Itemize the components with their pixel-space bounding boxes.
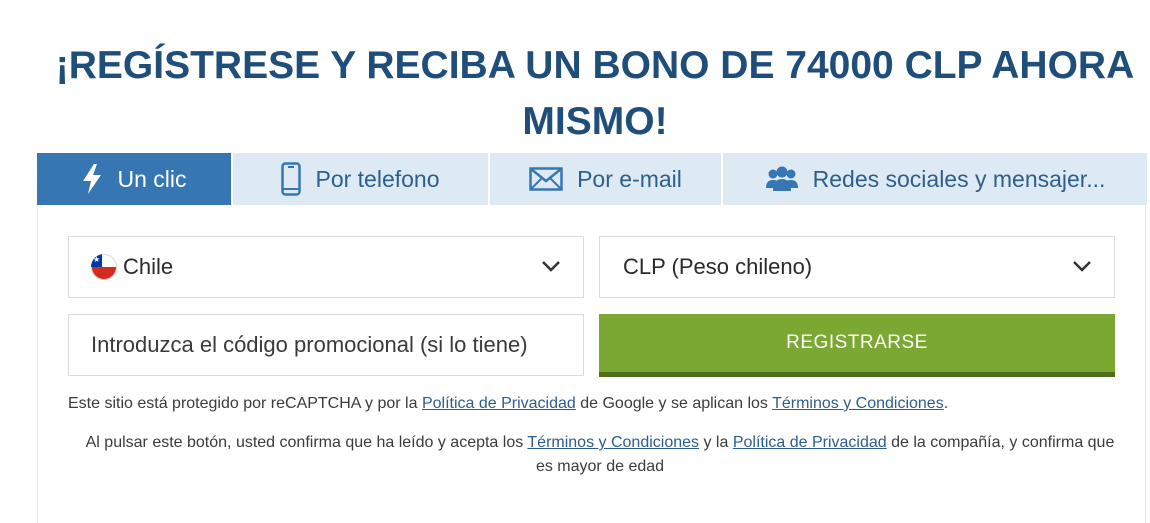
tab-one-click[interactable]: Un clic	[37, 153, 233, 205]
consent-note: Al pulsar este botón, usted confirma que…	[80, 431, 1120, 479]
tab-social[interactable]: Redes sociales y mensajer...	[723, 153, 1147, 205]
tab-phone[interactable]: Por telefono	[233, 153, 490, 205]
promo-code-input[interactable]	[68, 314, 584, 376]
users-icon	[765, 166, 799, 192]
tab-label: Por e-mail	[577, 165, 682, 192]
tab-label: Redes sociales y mensajer...	[812, 165, 1106, 192]
page-title: ¡REGÍSTRESE Y RECIBA UN BONO DE 74000 CL…	[55, 44, 1135, 143]
tab-email[interactable]: Por e-mail	[490, 153, 723, 205]
currency-select[interactable]: CLP (Peso chileno)	[599, 236, 1115, 298]
privacy-policy-link[interactable]: Política de Privacidad	[422, 395, 576, 412]
chile-flag-icon: ★	[91, 254, 117, 280]
privacy-policy-link[interactable]: Política de Privacidad	[733, 434, 887, 451]
country-value: Chile	[123, 254, 174, 279]
chevron-down-icon	[541, 259, 561, 277]
consent-note-text: y la	[699, 434, 733, 451]
consent-note-text: Al pulsar este botón, usted confirma que…	[85, 434, 528, 451]
registration-tabs: Un clic Por telefono Por e-mail Redes so…	[37, 153, 1147, 205]
register-button[interactable]: REGISTRARSE	[599, 314, 1115, 377]
tab-label: Un clic	[117, 165, 187, 192]
tab-label: Por telefono	[315, 165, 440, 192]
terms-link[interactable]: Términos y Condiciones	[527, 434, 699, 451]
terms-link[interactable]: Términos y Condiciones	[772, 395, 944, 412]
recaptcha-note-text: de Google y se aplican los	[575, 395, 773, 412]
recaptcha-note-text: Este sitio está protegido por reCAPTCHA …	[68, 395, 422, 412]
lightning-icon	[81, 164, 103, 194]
phone-icon	[281, 162, 302, 196]
currency-value: CLP (Peso chileno)	[623, 254, 813, 279]
country-select[interactable]: ★ Chile	[68, 236, 584, 298]
recaptcha-note: Este sitio está protegido por reCAPTCHA …	[68, 394, 1128, 414]
recaptcha-note-text: .	[943, 395, 949, 412]
chevron-down-icon	[1072, 259, 1092, 277]
envelope-icon	[529, 167, 563, 191]
